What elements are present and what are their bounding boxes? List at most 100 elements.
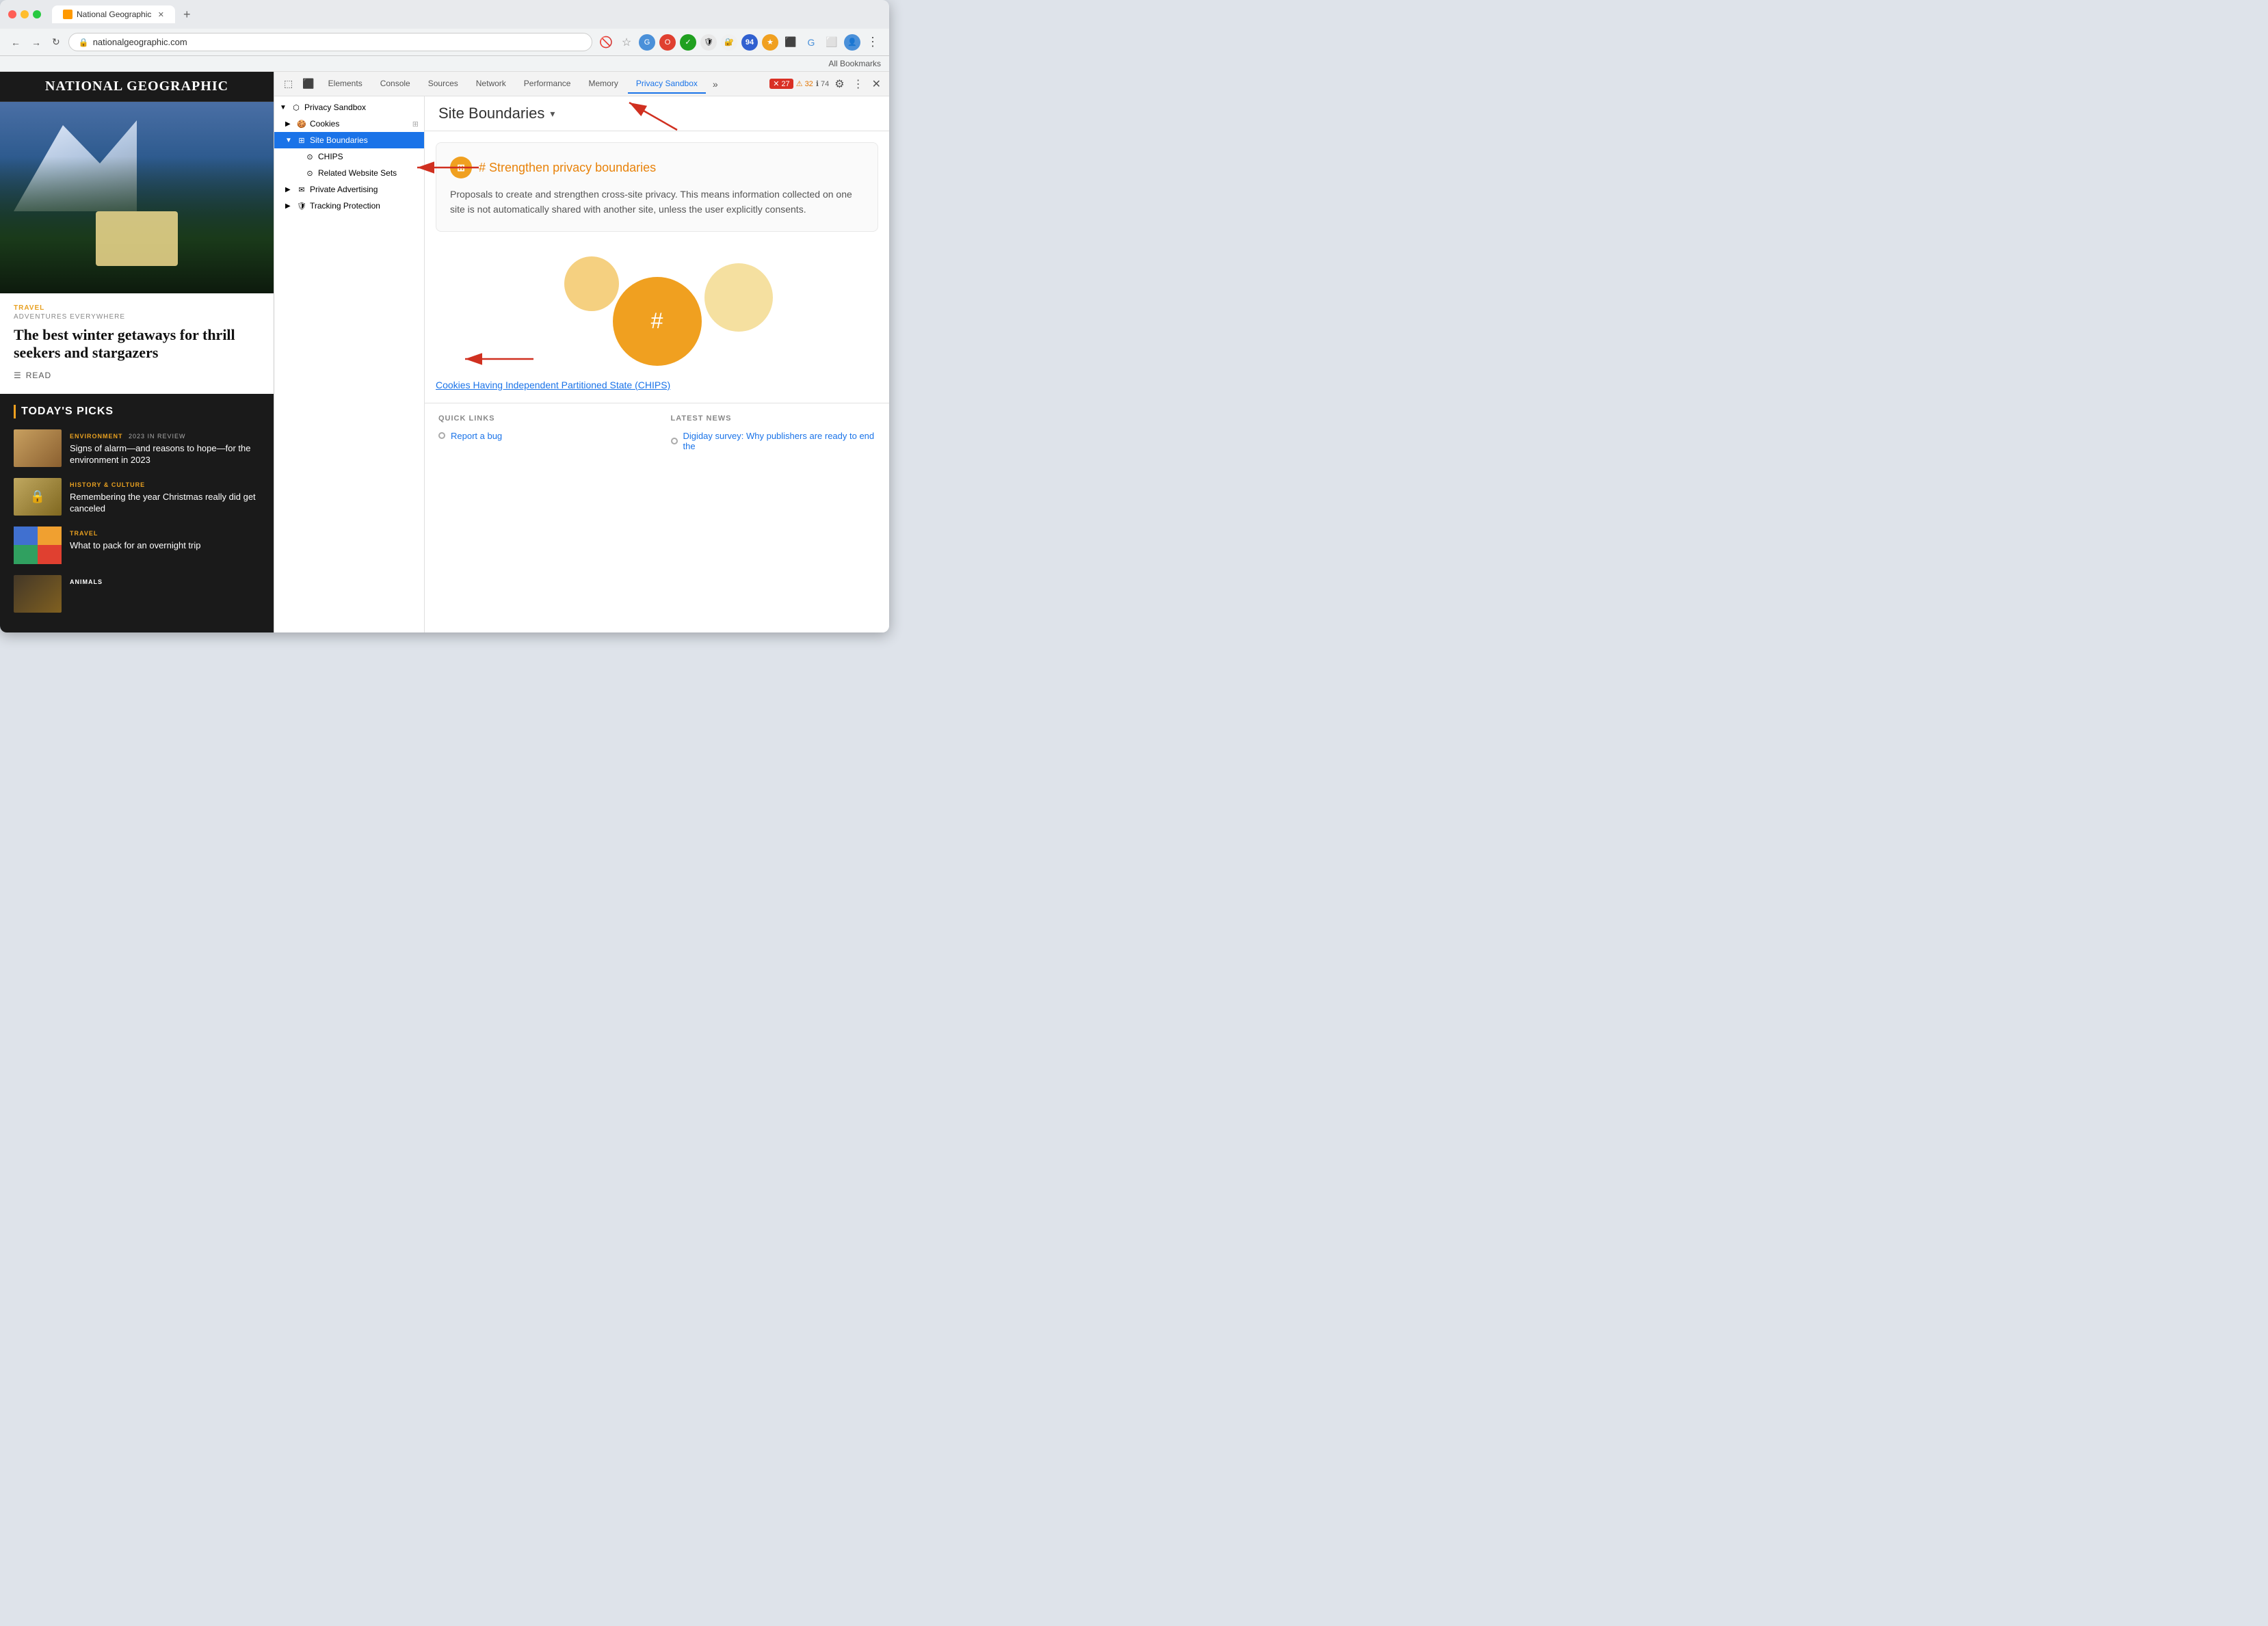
info-badge: ℹ 74 <box>816 79 829 88</box>
tab-memory[interactable]: Memory <box>580 75 626 94</box>
pick-tag-line: TRAVEL <box>70 527 200 539</box>
chips-link[interactable]: Cookies Having Independent Partitioned S… <box>436 379 670 390</box>
tab-privacy-sandbox[interactable]: Privacy Sandbox <box>628 75 706 94</box>
latest-news-title: LATEST NEWS <box>671 414 876 423</box>
extension-icon-6[interactable]: ★ <box>762 34 778 51</box>
thumb-q3 <box>14 545 38 564</box>
bookmarks-bar: All Bookmarks <box>0 56 889 72</box>
tree-item-private-advertising[interactable]: ▶ ✉ Private Advertising <box>274 181 424 198</box>
info-card-heading: Strengthen privacy boundaries <box>479 161 656 175</box>
tree-item-chips[interactable]: ⊙ CHIPS <box>274 148 424 165</box>
tab-network[interactable]: Network <box>468 75 514 94</box>
menu-icon[interactable]: ⋮ <box>865 34 881 51</box>
extension-icon-5[interactable]: 94 <box>741 34 758 51</box>
new-tab-button[interactable]: + <box>178 8 196 22</box>
tree-item-tracking-protection[interactable]: ▶ 🛡 Tracking Protection <box>274 198 424 214</box>
tree-arrow: ▼ <box>285 137 293 144</box>
cookie-icon: 🍪 <box>296 118 307 129</box>
tab-close-icon[interactable]: ✕ <box>158 10 164 19</box>
settings-icon[interactable]: ⚙ <box>832 75 847 94</box>
url-box[interactable]: 🔒 nationalgeographic.com <box>68 33 592 51</box>
pick-thumbnail <box>14 575 62 613</box>
info-card-text: Proposals to create and strengthen cross… <box>450 187 864 217</box>
chevron-down-icon[interactable]: ▾ <box>550 108 555 120</box>
chrome-icon[interactable]: G <box>803 34 819 51</box>
devtools-menu-icon[interactable]: ⋮ <box>850 75 867 94</box>
circles-illustration: # <box>425 243 889 379</box>
tree-arrow: ▼ <box>280 104 288 111</box>
cursor-icon[interactable]: ⬚ <box>280 75 297 92</box>
address-bar: ← → ↻ 🔒 nationalgeographic.com 🚫 ☆ G O ✓… <box>0 29 889 56</box>
fence-icon: # <box>651 308 663 334</box>
tree-item-privacy-sandbox[interactable]: ▼ ⬡ Privacy Sandbox <box>274 99 424 116</box>
devtools-right-icons: ✕ 27 ⚠ 32 ℹ 74 ⚙ ⋮ ✕ <box>769 75 884 94</box>
tab-performance[interactable]: Performance <box>516 75 579 94</box>
hero-building <box>96 211 178 266</box>
maximize-button[interactable] <box>33 10 41 18</box>
reload-button[interactable]: ↻ <box>49 34 63 51</box>
url-text: nationalgeographic.com <box>93 37 187 47</box>
tree-label: CHIPS <box>318 152 343 161</box>
close-button[interactable] <box>8 10 16 18</box>
tree-arrow: ▶ <box>285 120 293 128</box>
pick-thumbnail <box>14 527 62 564</box>
extension-icon-2[interactable]: ✓ <box>680 34 696 51</box>
tab-elements[interactable]: Elements <box>320 75 371 94</box>
pick-content: HISTORY & CULTURE Remembering the year C… <box>70 478 260 515</box>
extension-icon-4[interactable]: 🔐 <box>721 34 737 51</box>
tab-sources[interactable]: Sources <box>420 75 466 94</box>
article-title: The best winter getaways for thrill seek… <box>14 326 260 362</box>
extension-icon-1[interactable]: O <box>659 34 676 51</box>
bottom-section: QUICK LINKS Report a bug LATEST NEWS Dig… <box>425 403 889 468</box>
tree-label: Tracking Protection <box>310 201 380 211</box>
article-tag: TRAVEL <box>14 304 260 312</box>
list-item[interactable]: 🔒 HISTORY & CULTURE Remembering the year… <box>14 478 260 516</box>
thumb-q4 <box>38 545 62 564</box>
device-icon[interactable]: ⬛ <box>298 75 318 92</box>
error-count: 27 <box>781 80 789 88</box>
cast-icon[interactable]: ⬛ <box>782 34 799 51</box>
minimize-button[interactable] <box>21 10 29 18</box>
private-advertising-icon: ✉ <box>296 184 307 195</box>
pick-tag: TRAVEL <box>70 530 98 537</box>
forward-button[interactable]: → <box>29 34 44 51</box>
picks-header: TODAY'S PICKS <box>14 405 260 418</box>
back-button[interactable]: ← <box>8 34 23 51</box>
account-icon[interactable]: 👤 <box>844 34 860 51</box>
more-tabs-button[interactable]: » <box>707 75 724 94</box>
extension-icon-3[interactable]: 🛡 <box>700 34 717 51</box>
natgeo-site: National Geographic TRAVEL ADVENTURES EV… <box>0 72 274 632</box>
pick-title: Signs of alarm—and reasons to hope—for t… <box>70 443 260 466</box>
report-bug-link[interactable]: Report a bug <box>438 431 644 441</box>
lock-icon: 🔒 <box>79 38 89 47</box>
list-item[interactable]: ANIMALS <box>14 575 260 613</box>
natgeo-logo: National Geographic <box>45 79 228 94</box>
browser-tab[interactable]: National Geographic ✕ <box>52 5 175 23</box>
tree-item-site-boundaries[interactable]: ▼ ⊞ Site Boundaries <box>274 132 424 148</box>
tree-item-cookies[interactable]: ▶ 🍪 Cookies ⊞ <box>274 116 424 132</box>
close-devtools-icon[interactable]: ✕ <box>869 75 884 94</box>
pick-thumbnail <box>14 429 62 467</box>
page-title: Site Boundaries <box>438 105 544 122</box>
profile-icon[interactable]: G <box>639 34 655 51</box>
quick-links-title: QUICK LINKS <box>438 414 644 423</box>
read-link[interactable]: ☰ READ <box>14 371 260 380</box>
list-item[interactable]: ENVIRONMENT 2023 IN REVIEW Signs of alar… <box>14 429 260 467</box>
tree-label: Private Advertising <box>310 185 378 194</box>
extensions-icon[interactable]: ⬜ <box>823 34 840 51</box>
quick-links-col: QUICK LINKS Report a bug <box>438 414 644 457</box>
no-tracking-icon[interactable]: 🚫 <box>598 34 614 51</box>
error-badge: ✕ 27 <box>769 79 793 89</box>
expand-icon: ⊞ <box>412 120 419 129</box>
latest-news-link[interactable]: Digiday survey: Why publishers are ready… <box>671 431 876 451</box>
list-item[interactable]: TRAVEL What to pack for an overnight tri… <box>14 527 260 564</box>
bookmark-icon[interactable]: ☆ <box>618 34 635 51</box>
tab-console[interactable]: Console <box>372 75 419 94</box>
tree-item-related-website-sets[interactable]: ⊙ Related Website Sets <box>274 165 424 181</box>
chips-icon: ⊙ <box>304 151 315 162</box>
bookmarks-label: All Bookmarks <box>828 59 881 68</box>
info-card-icon: ⊞ <box>450 157 472 178</box>
pick-title: What to pack for an overnight trip <box>70 540 200 552</box>
circle-main: # <box>613 277 702 366</box>
pick-tag: HISTORY & CULTURE <box>70 481 145 488</box>
